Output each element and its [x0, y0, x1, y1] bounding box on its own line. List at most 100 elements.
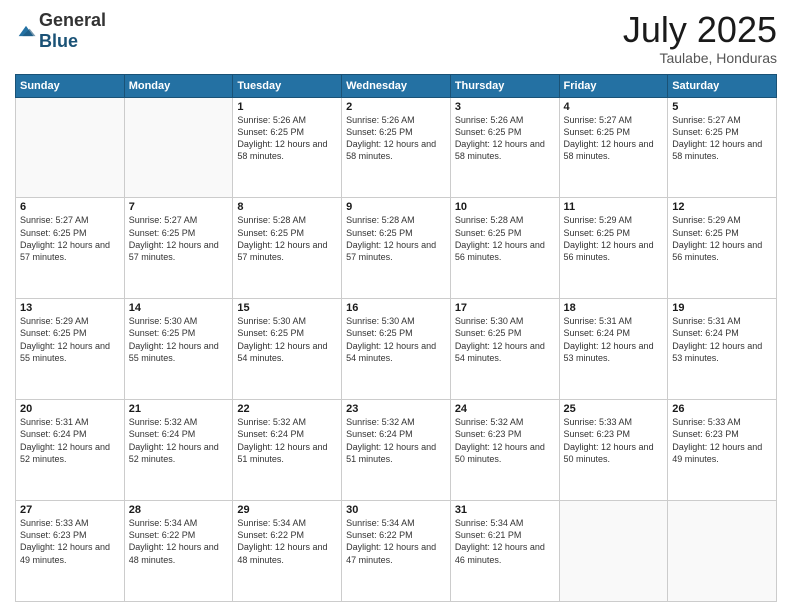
- month-title: July 2025: [623, 10, 777, 50]
- day-info: Sunrise: 5:26 AMSunset: 6:25 PMDaylight:…: [237, 114, 337, 163]
- table-row: 3Sunrise: 5:26 AMSunset: 6:25 PMDaylight…: [450, 97, 559, 198]
- day-number: 10: [455, 201, 555, 213]
- table-row: 22Sunrise: 5:32 AMSunset: 6:24 PMDayligh…: [233, 400, 342, 501]
- day-number: 26: [672, 403, 772, 415]
- day-info: Sunrise: 5:34 AMSunset: 6:21 PMDaylight:…: [455, 517, 555, 566]
- col-friday: Friday: [559, 74, 668, 97]
- logo-blue: Blue: [39, 31, 78, 51]
- day-number: 30: [346, 504, 446, 516]
- day-info: Sunrise: 5:32 AMSunset: 6:24 PMDaylight:…: [237, 416, 337, 465]
- day-number: 17: [455, 302, 555, 314]
- day-info: Sunrise: 5:30 AMSunset: 6:25 PMDaylight:…: [455, 315, 555, 364]
- day-info: Sunrise: 5:29 AMSunset: 6:25 PMDaylight:…: [20, 315, 120, 364]
- title-block: July 2025 Taulabe, Honduras: [623, 10, 777, 66]
- day-info: Sunrise: 5:27 AMSunset: 6:25 PMDaylight:…: [129, 214, 229, 263]
- day-info: Sunrise: 5:31 AMSunset: 6:24 PMDaylight:…: [564, 315, 664, 364]
- table-row: 21Sunrise: 5:32 AMSunset: 6:24 PMDayligh…: [124, 400, 233, 501]
- day-number: 11: [564, 201, 664, 213]
- day-number: 22: [237, 403, 337, 415]
- col-saturday: Saturday: [668, 74, 777, 97]
- day-info: Sunrise: 5:27 AMSunset: 6:25 PMDaylight:…: [20, 214, 120, 263]
- day-number: 16: [346, 302, 446, 314]
- day-info: Sunrise: 5:26 AMSunset: 6:25 PMDaylight:…: [346, 114, 446, 163]
- table-row: 10Sunrise: 5:28 AMSunset: 6:25 PMDayligh…: [450, 198, 559, 299]
- table-row: 12Sunrise: 5:29 AMSunset: 6:25 PMDayligh…: [668, 198, 777, 299]
- table-row: [124, 97, 233, 198]
- table-row: 24Sunrise: 5:32 AMSunset: 6:23 PMDayligh…: [450, 400, 559, 501]
- table-row: 9Sunrise: 5:28 AMSunset: 6:25 PMDaylight…: [342, 198, 451, 299]
- header: General Blue July 2025 Taulabe, Honduras: [15, 10, 777, 66]
- day-info: Sunrise: 5:34 AMSunset: 6:22 PMDaylight:…: [129, 517, 229, 566]
- day-number: 13: [20, 302, 120, 314]
- page: General Blue July 2025 Taulabe, Honduras…: [0, 0, 792, 612]
- day-info: Sunrise: 5:33 AMSunset: 6:23 PMDaylight:…: [20, 517, 120, 566]
- table-row: [16, 97, 125, 198]
- day-info: Sunrise: 5:31 AMSunset: 6:24 PMDaylight:…: [20, 416, 120, 465]
- day-number: 5: [672, 101, 772, 113]
- table-row: 30Sunrise: 5:34 AMSunset: 6:22 PMDayligh…: [342, 501, 451, 602]
- table-row: 17Sunrise: 5:30 AMSunset: 6:25 PMDayligh…: [450, 299, 559, 400]
- col-thursday: Thursday: [450, 74, 559, 97]
- day-info: Sunrise: 5:32 AMSunset: 6:24 PMDaylight:…: [346, 416, 446, 465]
- day-info: Sunrise: 5:27 AMSunset: 6:25 PMDaylight:…: [672, 114, 772, 163]
- day-number: 6: [20, 201, 120, 213]
- table-row: 29Sunrise: 5:34 AMSunset: 6:22 PMDayligh…: [233, 501, 342, 602]
- table-row: 16Sunrise: 5:30 AMSunset: 6:25 PMDayligh…: [342, 299, 451, 400]
- day-number: 2: [346, 101, 446, 113]
- table-row: 27Sunrise: 5:33 AMSunset: 6:23 PMDayligh…: [16, 501, 125, 602]
- day-number: 7: [129, 201, 229, 213]
- calendar-week-row: 1Sunrise: 5:26 AMSunset: 6:25 PMDaylight…: [16, 97, 777, 198]
- calendar-week-row: 20Sunrise: 5:31 AMSunset: 6:24 PMDayligh…: [16, 400, 777, 501]
- table-row: 25Sunrise: 5:33 AMSunset: 6:23 PMDayligh…: [559, 400, 668, 501]
- day-info: Sunrise: 5:28 AMSunset: 6:25 PMDaylight:…: [455, 214, 555, 263]
- day-number: 20: [20, 403, 120, 415]
- calendar-header-row: Sunday Monday Tuesday Wednesday Thursday…: [16, 74, 777, 97]
- day-info: Sunrise: 5:34 AMSunset: 6:22 PMDaylight:…: [237, 517, 337, 566]
- logo-text: General Blue: [39, 10, 106, 52]
- day-info: Sunrise: 5:32 AMSunset: 6:24 PMDaylight:…: [129, 416, 229, 465]
- table-row: 7Sunrise: 5:27 AMSunset: 6:25 PMDaylight…: [124, 198, 233, 299]
- day-number: 29: [237, 504, 337, 516]
- logo: General Blue: [15, 10, 106, 52]
- table-row: 20Sunrise: 5:31 AMSunset: 6:24 PMDayligh…: [16, 400, 125, 501]
- day-number: 14: [129, 302, 229, 314]
- day-info: Sunrise: 5:29 AMSunset: 6:25 PMDaylight:…: [672, 214, 772, 263]
- day-info: Sunrise: 5:32 AMSunset: 6:23 PMDaylight:…: [455, 416, 555, 465]
- table-row: 18Sunrise: 5:31 AMSunset: 6:24 PMDayligh…: [559, 299, 668, 400]
- table-row: [559, 501, 668, 602]
- day-info: Sunrise: 5:30 AMSunset: 6:25 PMDaylight:…: [346, 315, 446, 364]
- calendar-table: Sunday Monday Tuesday Wednesday Thursday…: [15, 74, 777, 602]
- table-row: 26Sunrise: 5:33 AMSunset: 6:23 PMDayligh…: [668, 400, 777, 501]
- col-tuesday: Tuesday: [233, 74, 342, 97]
- table-row: 2Sunrise: 5:26 AMSunset: 6:25 PMDaylight…: [342, 97, 451, 198]
- day-info: Sunrise: 5:34 AMSunset: 6:22 PMDaylight:…: [346, 517, 446, 566]
- day-number: 3: [455, 101, 555, 113]
- table-row: [668, 501, 777, 602]
- table-row: 5Sunrise: 5:27 AMSunset: 6:25 PMDaylight…: [668, 97, 777, 198]
- day-number: 24: [455, 403, 555, 415]
- day-number: 31: [455, 504, 555, 516]
- day-info: Sunrise: 5:31 AMSunset: 6:24 PMDaylight:…: [672, 315, 772, 364]
- day-info: Sunrise: 5:28 AMSunset: 6:25 PMDaylight:…: [346, 214, 446, 263]
- day-info: Sunrise: 5:27 AMSunset: 6:25 PMDaylight:…: [564, 114, 664, 163]
- day-number: 9: [346, 201, 446, 213]
- day-info: Sunrise: 5:33 AMSunset: 6:23 PMDaylight:…: [564, 416, 664, 465]
- day-info: Sunrise: 5:30 AMSunset: 6:25 PMDaylight:…: [129, 315, 229, 364]
- logo-general: General: [39, 10, 106, 30]
- table-row: 23Sunrise: 5:32 AMSunset: 6:24 PMDayligh…: [342, 400, 451, 501]
- day-number: 25: [564, 403, 664, 415]
- logo-icon: [15, 20, 37, 42]
- day-info: Sunrise: 5:26 AMSunset: 6:25 PMDaylight:…: [455, 114, 555, 163]
- table-row: 8Sunrise: 5:28 AMSunset: 6:25 PMDaylight…: [233, 198, 342, 299]
- day-number: 15: [237, 302, 337, 314]
- table-row: 19Sunrise: 5:31 AMSunset: 6:24 PMDayligh…: [668, 299, 777, 400]
- table-row: 15Sunrise: 5:30 AMSunset: 6:25 PMDayligh…: [233, 299, 342, 400]
- calendar-week-row: 27Sunrise: 5:33 AMSunset: 6:23 PMDayligh…: [16, 501, 777, 602]
- table-row: 4Sunrise: 5:27 AMSunset: 6:25 PMDaylight…: [559, 97, 668, 198]
- col-monday: Monday: [124, 74, 233, 97]
- day-number: 8: [237, 201, 337, 213]
- calendar-week-row: 6Sunrise: 5:27 AMSunset: 6:25 PMDaylight…: [16, 198, 777, 299]
- location: Taulabe, Honduras: [623, 50, 777, 66]
- day-number: 1: [237, 101, 337, 113]
- day-info: Sunrise: 5:29 AMSunset: 6:25 PMDaylight:…: [564, 214, 664, 263]
